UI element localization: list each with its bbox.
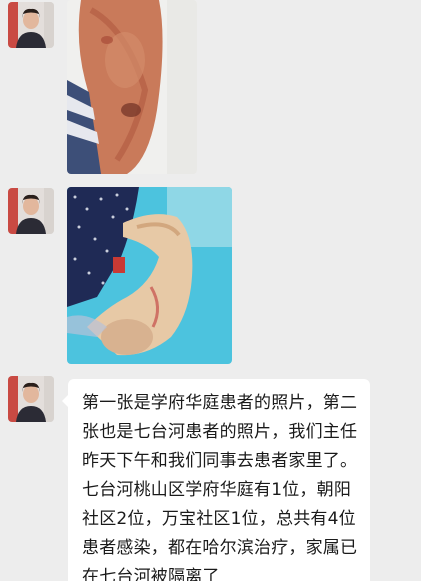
sender-avatar[interactable] — [8, 188, 54, 234]
text-message-bubble[interactable]: 第一张是学府华庭患者的照片，第二张也是七台河患者的照片，我们主任昨天下午和我们同… — [68, 379, 370, 581]
sender-avatar[interactable] — [8, 376, 54, 422]
person-avatar-icon — [8, 188, 54, 234]
photo-injured-arm-2 — [67, 187, 232, 364]
sender-avatar[interactable] — [8, 2, 54, 48]
image-message-1[interactable] — [67, 0, 197, 174]
chat-window: 第一张是学府华庭患者的照片，第二张也是七台河患者的照片，我们主任昨天下午和我们同… — [0, 0, 421, 581]
person-avatar-icon — [8, 376, 54, 422]
message-text: 第一张是学府华庭患者的照片，第二张也是七台河患者的照片，我们主任昨天下午和我们同… — [82, 393, 358, 581]
person-avatar-icon — [8, 2, 54, 48]
image-message-2[interactable] — [67, 187, 232, 364]
photo-injured-arm-1 — [67, 0, 197, 174]
